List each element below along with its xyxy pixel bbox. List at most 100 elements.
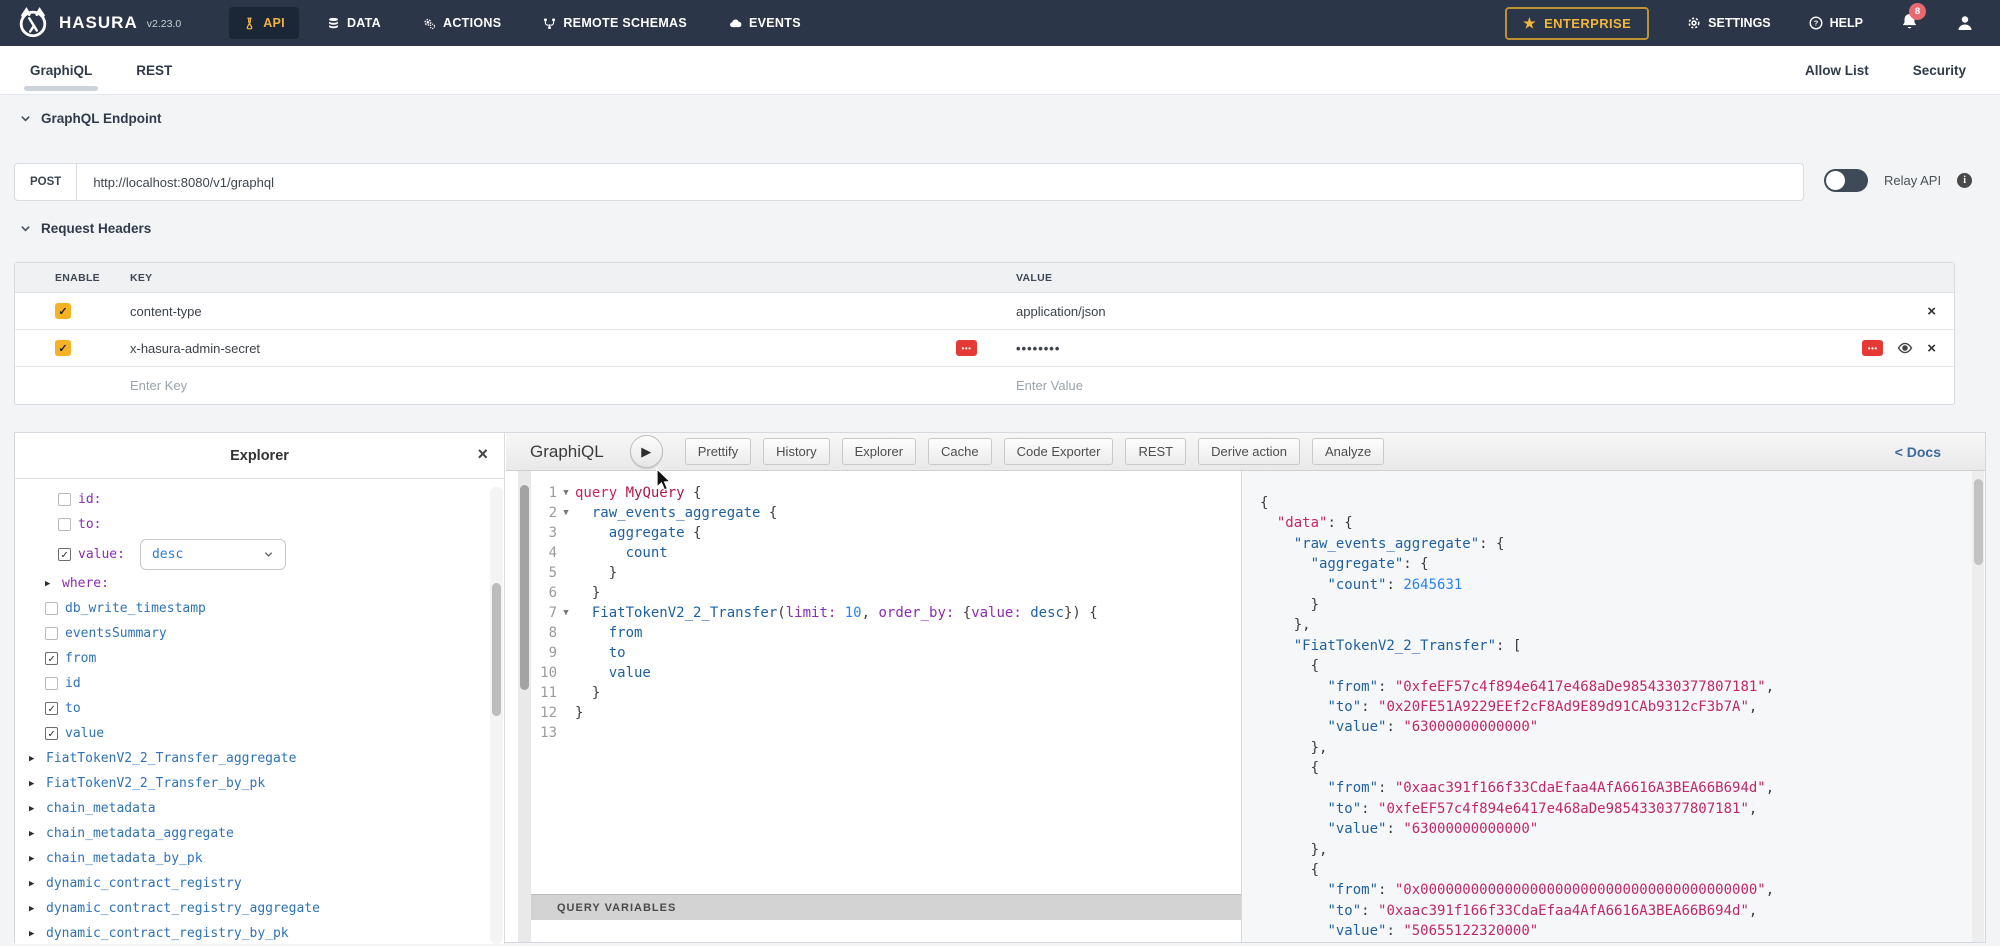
explorer-item-label: chain_metadata_by_pk (46, 851, 203, 866)
results-scrollbar-thumb[interactable] (1974, 479, 1983, 565)
notifications-button[interactable]: 8 (1901, 12, 1918, 35)
query-variables-bar[interactable]: QUERY VARIABLES (531, 894, 1241, 920)
expand-arrow-icon[interactable]: ▶ (29, 779, 39, 789)
result-line-1: { (1260, 493, 1985, 513)
field-checkbox[interactable] (58, 518, 71, 531)
docs-button[interactable]: < Docs (1895, 444, 1941, 460)
analyze-button[interactable]: Analyze (1312, 438, 1384, 465)
endpoint-url-input[interactable]: http://localhost:8080/v1/graphql (77, 164, 1803, 200)
explorer-item-value[interactable]: ✓value (15, 721, 504, 746)
rest-button[interactable]: REST (1125, 438, 1186, 465)
help-button[interactable]: ? HELP (1809, 16, 1863, 30)
explorer-item-value[interactable]: ✓value:desc (15, 537, 504, 571)
eye-icon[interactable] (1897, 340, 1913, 356)
nav-item-label: EVENTS (749, 16, 801, 30)
explorer-item-chain_metadata[interactable]: ▶chain_metadata (15, 796, 504, 821)
field-checkbox[interactable]: ✓ (58, 548, 71, 561)
explorer-item-dynamic_contract_registry_aggregate[interactable]: ▶dynamic_contract_registry_aggregate (15, 896, 504, 921)
result-line-14: { (1260, 758, 1985, 778)
remove-header-icon[interactable]: × (1927, 341, 1936, 356)
explorer-item-label: eventsSummary (65, 626, 167, 641)
nav-item-api[interactable]: API (229, 7, 299, 39)
explorer-item-to[interactable]: to: (15, 512, 504, 537)
editor-scrollbar-thumb[interactable] (520, 485, 529, 690)
nav-item-actions[interactable]: ACTIONS (409, 7, 515, 39)
new-header-key-input[interactable]: Enter Key (130, 378, 991, 393)
new-header-value-input[interactable]: Enter Value (991, 378, 1954, 393)
expand-arrow-icon[interactable]: ▶ (29, 904, 39, 914)
explorer-item-from[interactable]: ✓from (15, 646, 504, 671)
secret-pill-icon: ••• (1862, 340, 1883, 356)
field-checkbox[interactable]: ✓ (45, 702, 58, 715)
editor-scrollbar-track[interactable] (518, 471, 531, 942)
tab-graphiql[interactable]: GraphiQL (30, 46, 92, 94)
header-value-input[interactable]: application/json (1016, 304, 1106, 319)
explorer-item-dynamic_contract_registry[interactable]: ▶dynamic_contract_registry (15, 871, 504, 896)
field-checkbox[interactable] (45, 677, 58, 690)
header-key-input[interactable]: content-type (130, 304, 202, 319)
order-direction-select[interactable]: desc (140, 539, 286, 570)
prettify-button[interactable]: Prettify (685, 438, 751, 465)
code-exporter-button[interactable]: Code Exporter (1004, 438, 1114, 465)
cache-button[interactable]: Cache (928, 438, 992, 465)
expand-arrow-icon[interactable]: ▶ (29, 754, 39, 764)
graphql-endpoint-section-toggle[interactable]: GraphQL Endpoint (20, 111, 162, 126)
settings-button[interactable]: SETTINGS (1687, 16, 1771, 30)
expand-arrow-icon[interactable]: ▶ (29, 804, 39, 814)
explorer-item-id[interactable]: id (15, 671, 504, 696)
expand-arrow-icon[interactable]: ▶ (29, 879, 39, 889)
result-line-22: "value": "50655122320000" (1260, 921, 1985, 941)
explorer-item-to[interactable]: ✓to (15, 696, 504, 721)
history-button[interactable]: History (763, 438, 829, 465)
execute-query-button[interactable]: ▶ (630, 435, 663, 468)
derive-action-button[interactable]: Derive action (1198, 438, 1300, 465)
remove-header-icon[interactable]: × (1927, 304, 1936, 319)
fold-arrow-icon[interactable]: ▼ (557, 603, 575, 623)
query-variables-input[interactable] (531, 920, 1241, 942)
header-key-input[interactable]: x-hasura-admin-secret (130, 341, 260, 356)
request-headers-section-toggle[interactable]: Request Headers (20, 221, 151, 236)
editor-line-13: 13 (531, 723, 1241, 743)
hasura-brand[interactable]: HASURA v2.23.0 (16, 6, 181, 40)
code-text: value (575, 663, 651, 683)
nav-item-events[interactable]: EVENTS (715, 7, 815, 39)
explorer-item-eventsSummary[interactable]: eventsSummary (15, 621, 504, 646)
expand-arrow-icon[interactable]: ▶ (29, 854, 39, 864)
enable-checkbox[interactable]: ✓ (55, 303, 71, 319)
explorer-item-FiatTokenV2_2_Transfer_aggregate[interactable]: ▶FiatTokenV2_2_Transfer_aggregate (15, 746, 504, 771)
query-editor[interactable]: 1▼query MyQuery {2▼ raw_events_aggregate… (531, 471, 1241, 942)
explorer-item-FiatTokenV2_2_Transfer_by_pk[interactable]: ▶FiatTokenV2_2_Transfer_by_pk (15, 771, 504, 796)
nav-item-remote-schemas[interactable]: REMOTE SCHEMAS (529, 7, 701, 39)
relay-api-toggle[interactable] (1824, 169, 1868, 192)
expand-arrow-icon[interactable]: ▶ (29, 829, 39, 839)
expand-arrow-icon[interactable]: ▶ (29, 929, 39, 939)
field-checkbox[interactable] (45, 627, 58, 640)
line-number: 6 (531, 583, 557, 603)
tab-rest[interactable]: REST (136, 46, 172, 94)
explorer-button[interactable]: Explorer (842, 438, 916, 465)
explorer-item-id[interactable]: id: (15, 487, 504, 512)
info-icon[interactable]: i (1957, 173, 1972, 188)
enable-checkbox[interactable]: ✓ (55, 340, 71, 356)
expand-arrow-icon[interactable]: ▶ (45, 579, 55, 589)
header-value-input[interactable]: •••••••• (1016, 341, 1060, 356)
field-checkbox[interactable] (45, 602, 58, 615)
explorer-item-where[interactable]: ▶where: (15, 571, 504, 596)
field-checkbox[interactable]: ✓ (45, 652, 58, 665)
explorer-item-db_write_timestamp[interactable]: db_write_timestamp (15, 596, 504, 621)
fold-arrow-icon[interactable]: ▼ (557, 503, 575, 523)
nav-item-data[interactable]: DATA (313, 7, 395, 39)
close-icon[interactable]: × (477, 445, 488, 463)
code-text: count (575, 543, 668, 563)
fold-arrow-icon[interactable]: ▼ (557, 483, 575, 503)
field-checkbox[interactable]: ✓ (45, 727, 58, 740)
enterprise-button[interactable]: ★ ENTERPRISE (1505, 7, 1649, 40)
field-checkbox[interactable] (58, 493, 71, 506)
user-icon[interactable] (1956, 14, 1974, 32)
explorer-item-chain_metadata_aggregate[interactable]: ▶chain_metadata_aggregate (15, 821, 504, 846)
explorer-item-dynamic_contract_registry_by_pk[interactable]: ▶dynamic_contract_registry_by_pk (15, 921, 504, 946)
explorer-item-chain_metadata_by_pk[interactable]: ▶ chain_metadata_by_pk (15, 846, 504, 871)
link-allow-list[interactable]: Allow List (1805, 63, 1869, 78)
explorer-scrollbar-thumb[interactable] (492, 583, 501, 716)
link-security[interactable]: Security (1913, 63, 1966, 78)
